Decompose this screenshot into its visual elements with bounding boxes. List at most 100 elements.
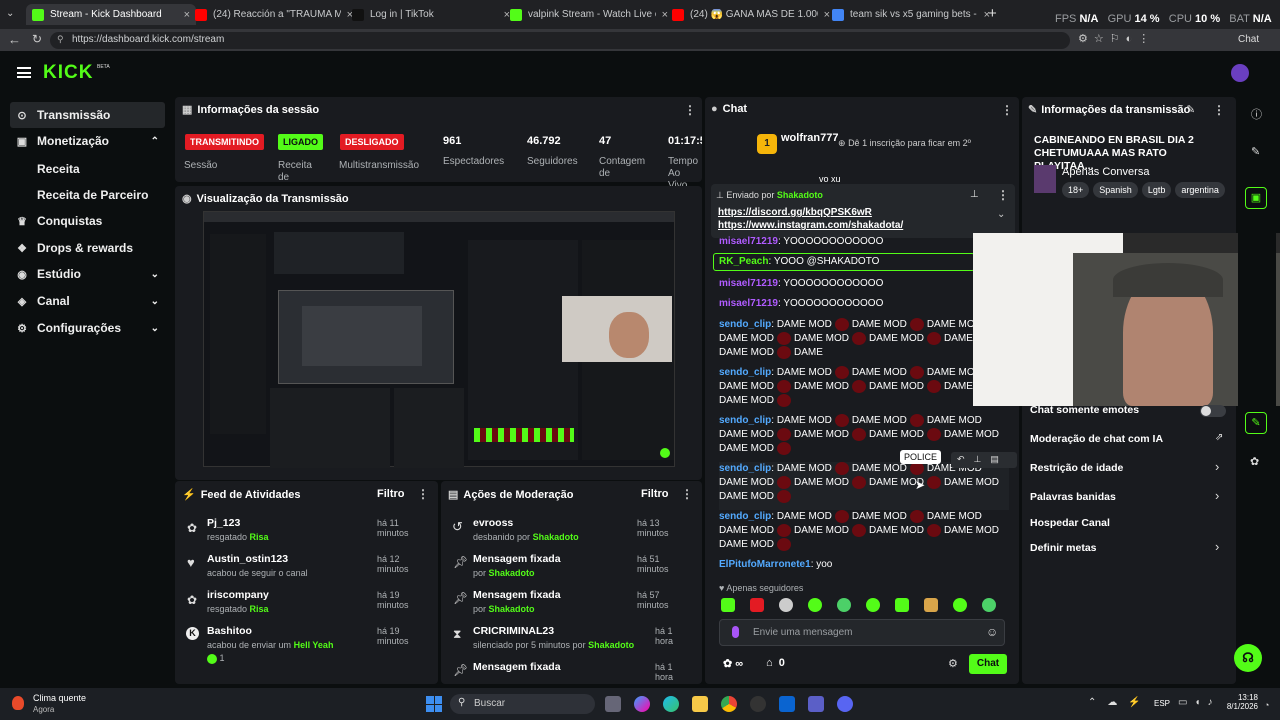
browser-tab[interactable]: valpink Stream - Watch Live on Ki...× <box>504 4 674 25</box>
support-button[interactable]: ☊ <box>1234 644 1262 672</box>
reply-icon[interactable]: ↶ <box>957 454 974 464</box>
emoji-icon[interactable]: ☺ <box>986 625 998 639</box>
stream-preview-video[interactable] <box>203 211 675 468</box>
gifter-name[interactable]: wolfran777 <box>781 132 838 144</box>
browser-tab[interactable]: Stream - Kick Dashboard × <box>26 4 196 25</box>
mic-icon[interactable] <box>732 626 739 638</box>
activity-user[interactable]: Bashitoo <box>207 625 252 637</box>
edge-icon[interactable] <box>663 696 679 712</box>
sidebar <box>0 95 172 685</box>
session-menu-icon[interactable]: ⋮ <box>684 103 696 117</box>
preview-title: ◉ Visualização da Transmissão <box>182 193 349 205</box>
chevron-down-icon[interactable]: ⌄ <box>997 209 1005 220</box>
kick-logo[interactable]: KICK <box>43 62 93 84</box>
notifications-icon[interactable]: ◔ <box>1264 700 1269 710</box>
browser-tab[interactable]: Log in | TikTok × <box>346 4 516 25</box>
sidebar-item-drops[interactable]: ❖ Drops & rewards <box>10 235 165 261</box>
sidebar-item-conquistas[interactable]: ♛ Conquistas <box>10 208 165 234</box>
extensions-icons[interactable]: ⚙☆⚐◐⋮ <box>1078 32 1155 45</box>
category-name[interactable]: Apenas Conversa <box>1062 166 1149 178</box>
pinned-message[interactable]: ⊥ Enviado por Shakadoto https://discord.… <box>711 184 1015 238</box>
pencil-icon[interactable]: ✎ <box>1251 145 1260 158</box>
url-field[interactable]: ⚲ https://dashboard.kick.com/stream <box>50 32 1070 49</box>
unpin-icon[interactable]: ⊥ <box>970 189 979 200</box>
chat-input[interactable]: Envie uma mensagem ☺ <box>719 619 1005 646</box>
followers-label: Seguidores <box>527 156 578 167</box>
status-badge-revenue: LIGADO <box>278 134 323 150</box>
setting-banned-words[interactable]: Palavras banidas <box>1030 491 1116 503</box>
pinned-link[interactable]: https://discord.gg/kbqQPSK6wR <box>718 207 872 218</box>
gift-counter[interactable]: ⌂ 0 <box>766 657 785 669</box>
start-button[interactable] <box>426 696 442 712</box>
tray-status-icons[interactable]: ▭◖♪ <box>1178 697 1220 708</box>
emote-bar[interactable] <box>721 598 1011 612</box>
sidebar-sub-receita[interactable]: Receita <box>37 162 80 176</box>
pinned-link[interactable]: https://www.instagram.com/shakadota/ <box>718 220 903 231</box>
chevron-right-icon[interactable]: › <box>1215 539 1219 554</box>
browser-tab[interactable]: team sik vs x5 gaming bets - Búsq...× <box>826 4 996 25</box>
back-icon[interactable]: ← <box>8 32 21 47</box>
activity-user[interactable]: Austin_ostin123 <box>207 553 288 565</box>
layout-toggle-button[interactable]: ▣ <box>1245 187 1267 209</box>
activity-user[interactable]: iriscompany <box>207 589 269 601</box>
setting-ai-moderation[interactable]: Moderação de chat com IA <box>1030 433 1163 445</box>
browser-tab[interactable]: (24) 😱 GANA MÁS DE 1.000 SOLE...× <box>666 4 836 25</box>
tab-search-icon[interactable]: ⌄ <box>6 8 14 19</box>
xbox-icon[interactable] <box>750 696 766 712</box>
moderation-filter-button[interactable]: Filtro <box>641 488 669 500</box>
activity-menu-icon[interactable]: ⋮ <box>417 487 429 501</box>
sidebar-item-configuracoes[interactable]: ⚙ Configurações ⌄ <box>10 315 165 341</box>
site-info-icon[interactable]: ⚲ <box>57 34 64 45</box>
reload-icon[interactable]: ↻ <box>32 32 42 46</box>
points-indicator[interactable]: ✿ ∞ <box>723 657 743 670</box>
trash-icon[interactable]: ▤ <box>990 454 1008 464</box>
chevron-right-icon[interactable]: › <box>1215 459 1219 474</box>
edit-icon[interactable]: ✎ <box>1186 103 1195 116</box>
pin-icon[interactable]: ⊥ <box>974 454 991 464</box>
taskbar-search[interactable]: ⚲ Buscar <box>450 694 595 714</box>
users-icon[interactable]: ✿ <box>1250 455 1259 468</box>
teams-icon[interactable] <box>808 696 824 712</box>
kick-logo-beta: BETA <box>97 64 110 70</box>
menu-icon[interactable] <box>17 67 31 78</box>
send-chat-button[interactable]: Chat <box>969 654 1007 674</box>
weather-icon <box>12 696 24 710</box>
task-view-icon[interactable] <box>605 696 621 712</box>
browser-chat-button[interactable]: Chat <box>1238 34 1259 45</box>
sidebar-item-transmissao[interactable]: ⊙ Transmissão <box>10 102 165 128</box>
emote-only-toggle[interactable] <box>1200 405 1226 417</box>
new-tab-button[interactable]: + <box>988 5 997 22</box>
stream-info-menu-icon[interactable]: ⋮ <box>1213 103 1225 117</box>
copilot-icon[interactable] <box>634 696 650 712</box>
settings-tool-button[interactable]: ✎ <box>1245 412 1267 434</box>
clock[interactable]: 13:18 8/1/2026 <box>1224 693 1258 711</box>
chat-menu-icon[interactable]: ⋮ <box>1001 103 1013 117</box>
pinned-menu-icon[interactable]: ⋮ <box>997 188 1009 202</box>
activity-filter-button[interactable]: Filtro <box>377 488 405 500</box>
moderation-menu-icon[interactable]: ⋮ <box>681 487 693 501</box>
outlook-icon[interactable] <box>779 696 795 712</box>
setting-host-channel[interactable]: Hospedar Canal <box>1030 517 1110 529</box>
external-link-icon[interactable]: ⇗ <box>1215 432 1223 443</box>
session-label: Sessão <box>184 160 218 171</box>
activity-panel: ⚡ Feed de Atividades Filtro ⋮ ✿ Pj_123 re… <box>175 481 438 684</box>
sidebar-item-monetizacao[interactable]: ▣ Monetização ⌃ <box>10 128 165 154</box>
info-icon[interactable]: ⓘ <box>1251 106 1262 122</box>
setting-age-restriction[interactable]: Restrição de idade <box>1030 462 1123 474</box>
sidebar-sub-receita-parceiro[interactable]: Receita de Parceiro <box>37 188 148 202</box>
discord-icon[interactable] <box>837 696 853 712</box>
setting-set-goals[interactable]: Definir metas <box>1030 542 1097 554</box>
system-tray-icons[interactable]: ⌃☁⚡ <box>1088 697 1152 708</box>
user-avatar[interactable] <box>1231 64 1249 82</box>
tag-pill: Spanish <box>1093 182 1138 198</box>
browser-tab[interactable]: (24) Reacción a "TRAUMA MARGI...× <box>189 4 359 25</box>
chevron-right-icon[interactable]: › <box>1215 488 1219 503</box>
file-explorer-icon[interactable] <box>692 696 708 712</box>
sidebar-item-canal[interactable]: ◈ Canal ⌄ <box>10 288 165 314</box>
sidebar-item-estudio[interactable]: ◉ Estúdio ⌄ <box>10 261 165 287</box>
activity-user[interactable]: Pj_123 <box>207 517 240 529</box>
language-indicator[interactable]: ESP <box>1154 699 1170 708</box>
chat-settings-icon[interactable]: ⚙ <box>948 657 958 670</box>
chat-message: sendo_clip: DAME MOD DAME MOD DAME MOD DAME… <box>719 318 999 360</box>
chrome-icon[interactable] <box>721 696 737 712</box>
